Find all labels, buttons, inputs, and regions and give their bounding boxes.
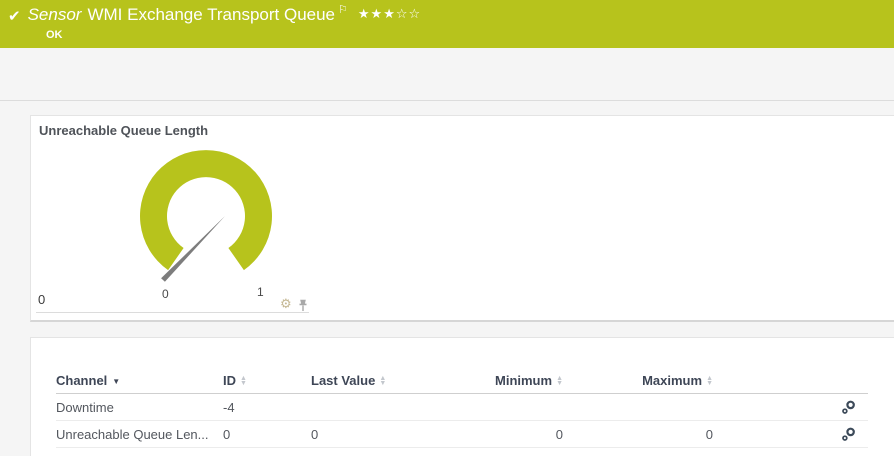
sort-icon: ▲▼: [556, 376, 563, 386]
object-kind-label: Sensor: [28, 5, 82, 25]
header-label: Maximum: [642, 373, 702, 388]
column-header-last-value[interactable]: Last Value ▲▼: [311, 373, 461, 388]
sensor-title: WMI Exchange Transport Queue: [87, 5, 335, 25]
channel-name[interactable]: Downtime: [56, 400, 114, 415]
column-header-channel[interactable]: Channel ▼: [56, 373, 223, 388]
channel-name[interactable]: Unreachable Queue Len...: [56, 427, 209, 442]
channel-maximum: 0: [706, 427, 713, 442]
priority-stars[interactable]: ★★★☆☆: [358, 6, 421, 22]
gauge-chart: [31, 116, 331, 321]
gauge-scale-min: 0: [162, 287, 169, 301]
edit-channel-gears-icon[interactable]: [841, 400, 856, 415]
sort-icon: ▲▼: [706, 376, 713, 386]
status-check-icon: ✔: [8, 7, 21, 25]
gauge-panel: Unreachable Queue Length 0 1 0 ⚙: [30, 115, 894, 322]
channels-table-panel: Channel ▼ ID ▲▼ Last Value ▲▼ Minimum ▲▼…: [30, 337, 894, 456]
column-header-minimum[interactable]: Minimum ▲▼: [461, 373, 563, 388]
gauge-scale-max: 1: [257, 285, 264, 299]
pin-icon[interactable]: [297, 299, 309, 312]
status-badge: OK: [46, 29, 63, 41]
table-header-row: Channel ▼ ID ▲▼ Last Value ▲▼ Minimum ▲▼…: [56, 367, 868, 394]
header-label: ID: [223, 373, 236, 388]
page: ✔ Sensor WMI Exchange Transport Queue ⚐ …: [0, 0, 894, 456]
flag-icon[interactable]: ⚐: [338, 3, 348, 16]
sort-icon: ▲▼: [379, 376, 386, 386]
table-row-unreachable-queue: Unreachable Queue Len... 0 0 0 0: [56, 421, 868, 448]
gauge-baseline: [36, 312, 309, 313]
gauge-current-value: 0: [38, 292, 45, 307]
channel-id: 0: [223, 427, 230, 442]
sort-desc-icon: ▼: [112, 377, 120, 386]
channel-minimum: 0: [556, 427, 563, 442]
gauge-arc: [140, 150, 272, 270]
header-label: Last Value: [311, 373, 375, 388]
sort-icon: ▲▼: [240, 376, 247, 386]
table-row-downtime: Downtime -4: [56, 394, 868, 421]
stars-empty[interactable]: ☆☆: [396, 6, 421, 21]
sensor-header: ✔ Sensor WMI Exchange Transport Queue ⚐ …: [0, 0, 894, 48]
column-header-id[interactable]: ID ▲▼: [223, 373, 311, 388]
header-label: Minimum: [495, 373, 552, 388]
gauge-settings-gear-icon[interactable]: ⚙: [280, 297, 292, 310]
stars-filled[interactable]: ★★★: [358, 6, 396, 21]
edit-channel-gears-icon[interactable]: [841, 427, 856, 442]
channel-id: -4: [223, 400, 235, 415]
column-header-maximum[interactable]: Maximum ▲▼: [563, 373, 713, 388]
header-label: Channel: [56, 373, 107, 388]
tab-bar: Overview Live Data 2 days 30 days 365 da…: [0, 48, 894, 101]
channel-last-value: 0: [311, 427, 318, 442]
